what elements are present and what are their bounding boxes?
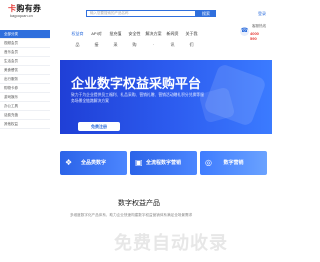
nav-item-news[interactable]: 新闻资 bbox=[163, 31, 182, 37]
sidebar-item[interactable]: 办公工具 bbox=[0, 102, 50, 111]
nav-item-products[interactable]: 权益商 bbox=[68, 31, 87, 37]
chart-icon: ▣ bbox=[135, 158, 143, 167]
feature-cards: ❖ 全品类数字 ▣ 全流程数字营销 ◎ 数字营销 bbox=[60, 151, 267, 175]
feature-card[interactable]: ❖ 全品类数字 bbox=[60, 151, 127, 175]
login-link[interactable]: 登录 bbox=[258, 11, 266, 17]
nav-item-about[interactable]: 关于我 bbox=[182, 31, 201, 37]
gift-icon: ❖ bbox=[65, 158, 73, 167]
nav-second-line: 品 接 采 购 · 讯 们 bbox=[68, 42, 201, 48]
sidebar-item-all[interactable]: 全部分类 bbox=[0, 30, 50, 39]
sidebar-item[interactable]: 其他权益 bbox=[0, 120, 50, 129]
section-subtitle: 多维度数字化产品体系，助力企业快速构建数字权益营销体系满足全场景需求 bbox=[70, 213, 193, 217]
nav-item-cont[interactable]: · bbox=[144, 42, 163, 48]
hero-banner: 企业数字权益采购平台 致力于为企业提供员工福利、礼品采购、营销礼赠、营销活动赠礼… bbox=[60, 60, 272, 134]
sidebar-item[interactable]: 购物卡券 bbox=[0, 84, 50, 93]
sidebar-item[interactable]: 游戏娱乐 bbox=[0, 93, 50, 102]
sidebar-item[interactable]: 生活会员 bbox=[0, 57, 50, 66]
feature-card[interactable]: ▣ 全流程数字营销 bbox=[130, 151, 197, 175]
logo-text: 购有券 bbox=[16, 4, 42, 13]
nav-item-api[interactable]: API对 bbox=[87, 31, 106, 37]
nav-item-solutions[interactable]: 解决方案 bbox=[144, 31, 163, 37]
phone-icon: ☎ bbox=[240, 27, 249, 36]
sidebar-item[interactable]: 视频会员 bbox=[0, 39, 50, 48]
nav-item-cont[interactable]: 采 bbox=[106, 42, 125, 48]
logo-domain: kagoquan.cn bbox=[10, 13, 33, 18]
main-nav: 权益商 API对 批充值 安全性 解决方案 新闻资 关于我 bbox=[68, 31, 201, 37]
search-button[interactable]: 搜索 bbox=[196, 10, 216, 17]
feature-card-label: 全品类数字 bbox=[80, 160, 106, 166]
nav-item-security[interactable]: 安全性 bbox=[125, 31, 144, 37]
watermark-text: 免费自动收录 bbox=[114, 233, 228, 253]
sidebar-item[interactable]: 出行服务 bbox=[0, 75, 50, 84]
sidebar-item[interactable]: 音乐会员 bbox=[0, 48, 50, 57]
nav-item-cont[interactable]: 品 bbox=[68, 42, 87, 48]
category-sidebar: 全部分类 视频会员 音乐会员 生活会员 美食餐饮 出行服务 购物卡券 游戏娱乐 … bbox=[0, 30, 50, 129]
nav-item-cont[interactable]: 讯 bbox=[163, 42, 182, 48]
register-button[interactable]: 免费注册 bbox=[78, 122, 120, 131]
sidebar-item[interactable]: 话费充值 bbox=[0, 111, 50, 120]
feature-card-label: 数字营销 bbox=[223, 160, 244, 166]
section-title: 数字权益产品 bbox=[118, 200, 160, 207]
target-icon: ◎ bbox=[205, 158, 212, 167]
nav-item-cont[interactable]: 接 bbox=[87, 42, 106, 48]
search-input[interactable]: 输入您要搜索的产品名称 bbox=[86, 10, 196, 17]
hotline-number: 4000 590 bbox=[250, 31, 259, 41]
sidebar-item[interactable]: 美食餐饮 bbox=[0, 66, 50, 75]
hotline-label: 客服热线 bbox=[252, 24, 266, 28]
hero-title: 企业数字权益采购平台 bbox=[71, 76, 202, 91]
nav-item-cont[interactable]: 们 bbox=[182, 42, 201, 48]
nav-item-bulk[interactable]: 批充值 bbox=[106, 31, 125, 37]
feature-card[interactable]: ◎ 数字营销 bbox=[200, 151, 267, 175]
feature-card-label: 全流程数字营销 bbox=[145, 160, 181, 166]
hero-description: 致力于为企业提供员工福利、礼品采购、营销礼赠、营销活动赠礼积分兑换等服务场景全链… bbox=[71, 93, 204, 103]
nav-item-cont[interactable]: 购 bbox=[125, 42, 144, 48]
